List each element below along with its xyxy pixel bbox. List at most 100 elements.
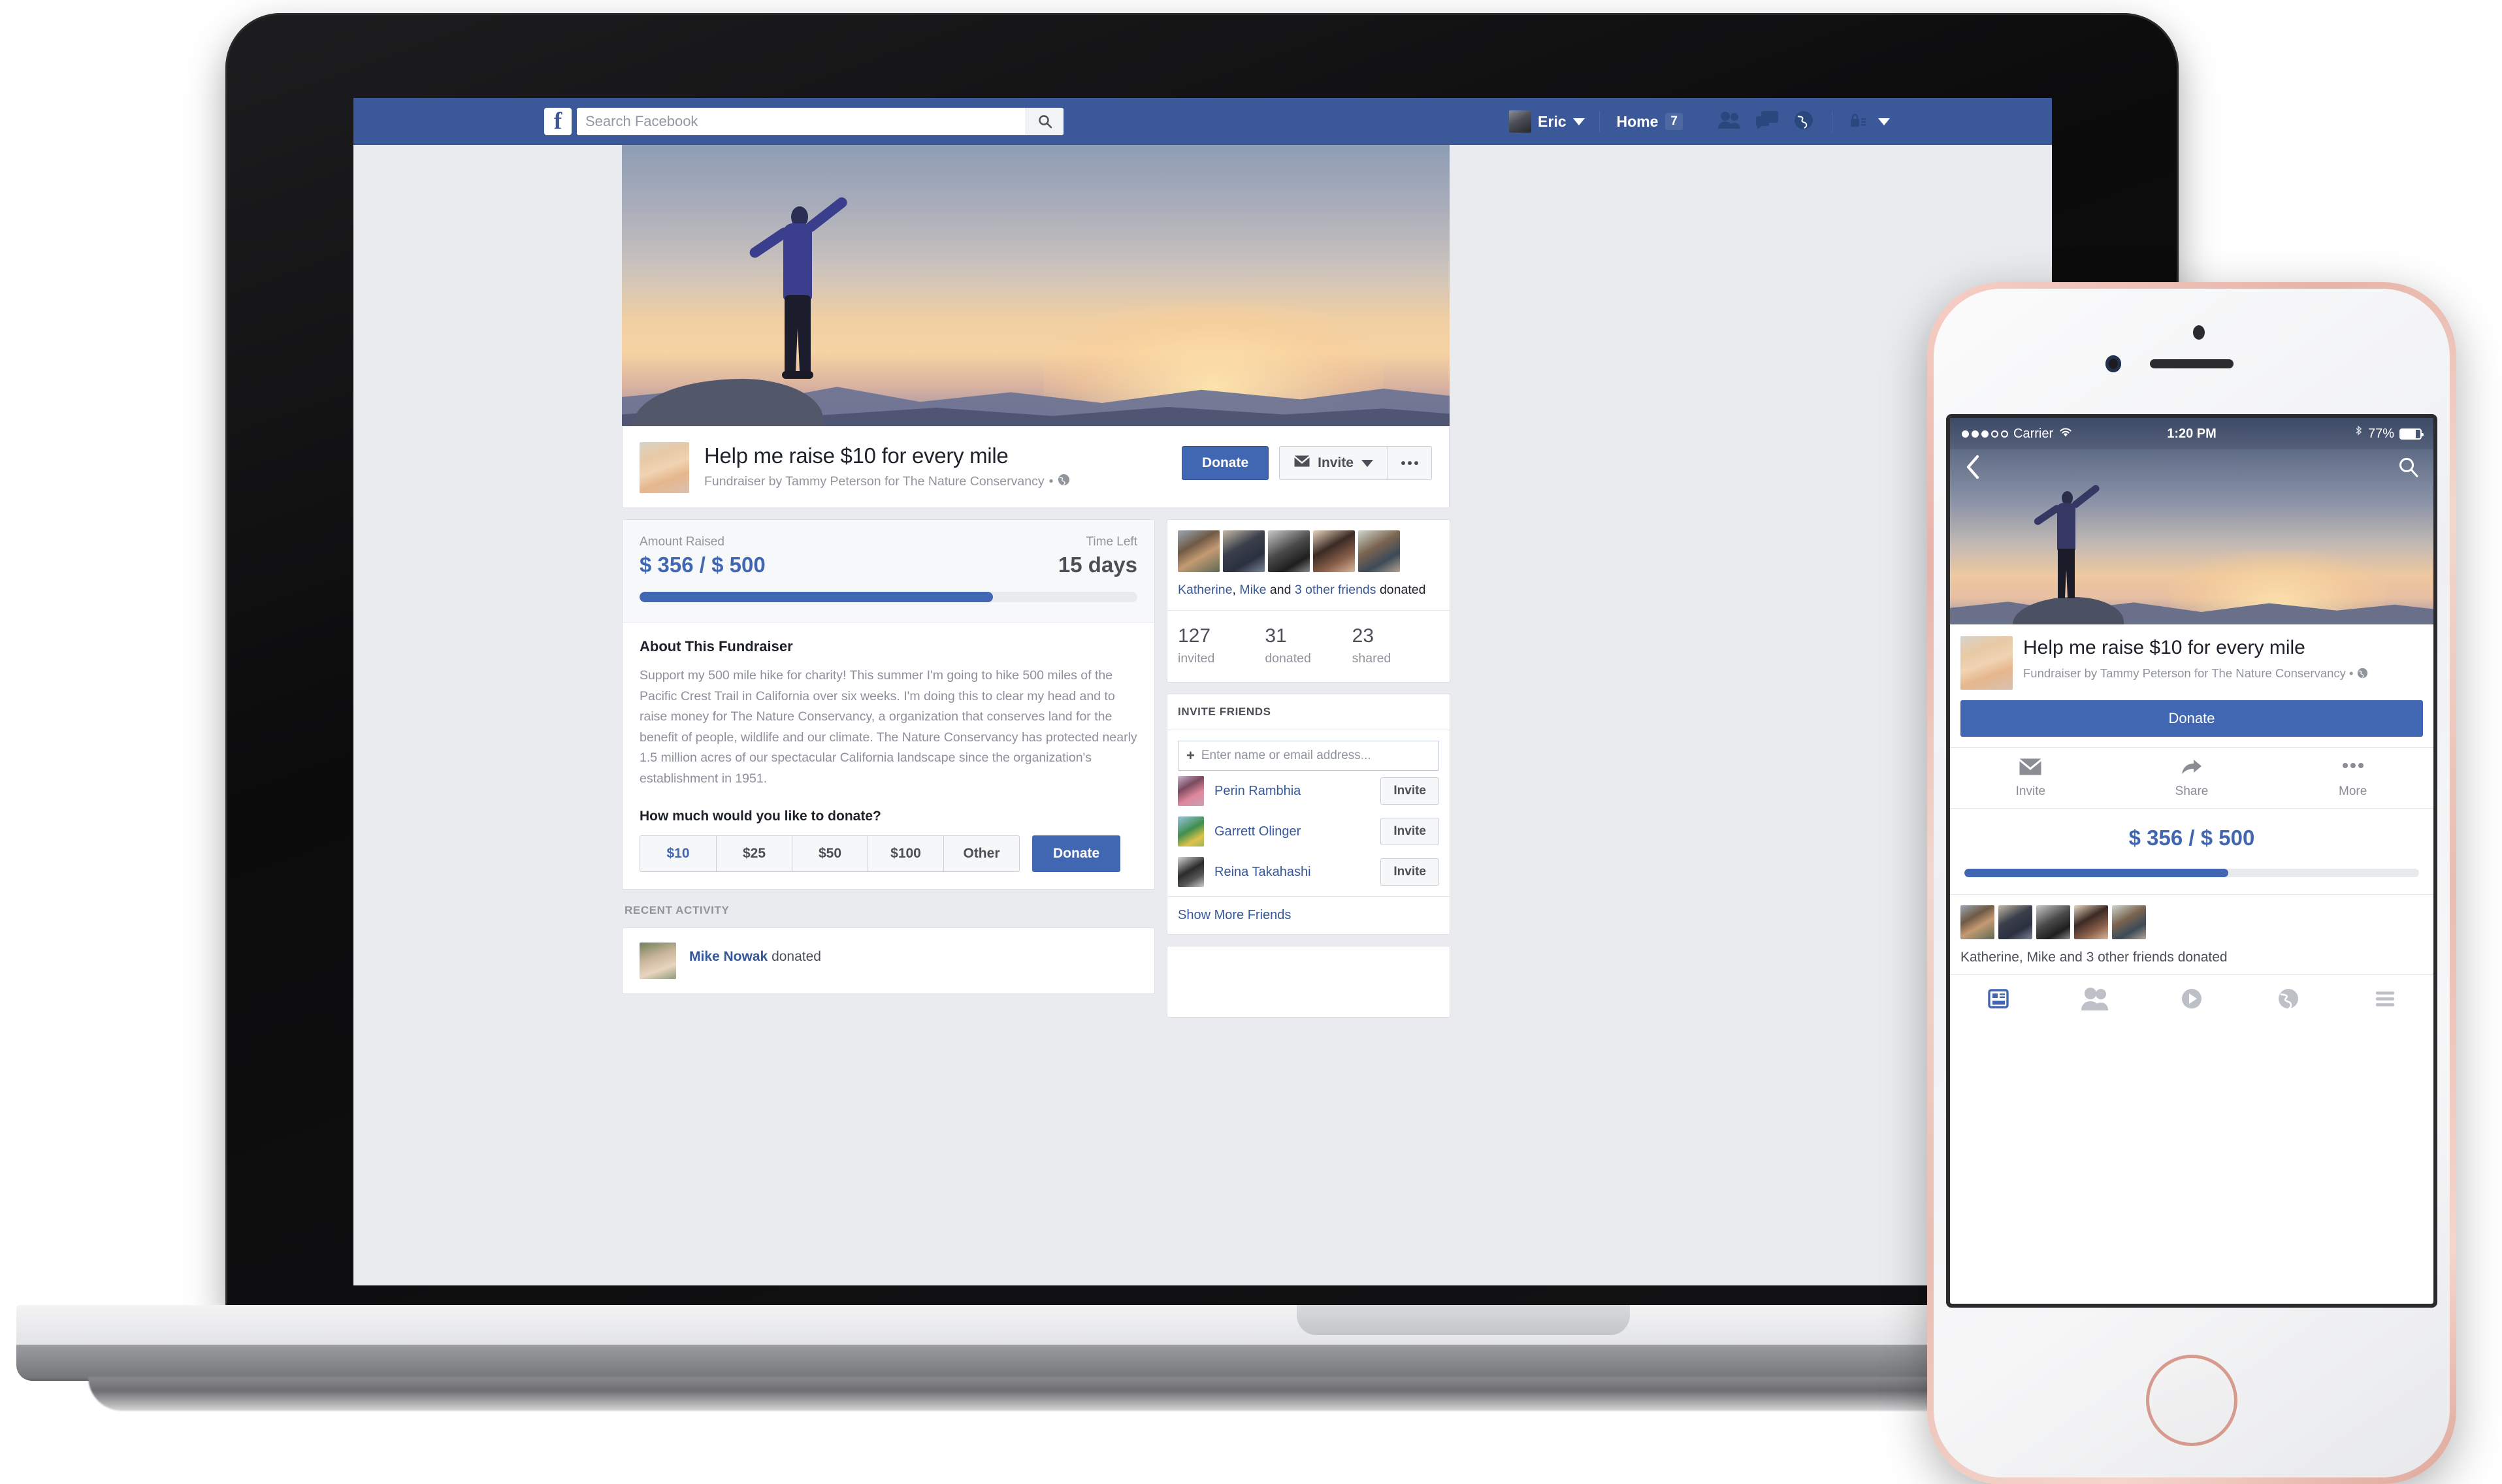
list-item[interactable]: Mike Nowak donated bbox=[623, 928, 1154, 993]
organizer-avatar[interactable] bbox=[1960, 636, 2013, 690]
donate-button-secondary[interactable]: Donate bbox=[1032, 835, 1121, 873]
mobile-donors-section: Katherine, Mike and 3 other friends dona… bbox=[1950, 894, 2433, 975]
fundraiser-subtitle-row: Fundraiser by Tammy Peterson for The Nat… bbox=[704, 474, 1182, 490]
donor-link-mike[interactable]: Mike bbox=[1239, 583, 1266, 597]
wifi-icon bbox=[2058, 427, 2073, 442]
chevron-down-icon[interactable] bbox=[1878, 118, 1890, 125]
signal-strength-icon bbox=[1962, 430, 2008, 438]
amount-raised-header: Amount Raised $ 356 / $ 500 Time Left 15… bbox=[640, 535, 1137, 577]
donor-stats-row: 127 invited 31 donated 23 shared bbox=[1167, 610, 1450, 682]
home-button[interactable] bbox=[2146, 1355, 2237, 1446]
avatar[interactable] bbox=[2036, 905, 2070, 939]
facebook-logo-icon[interactable]: f bbox=[544, 108, 572, 135]
stat-donated: 31 donated bbox=[1265, 625, 1352, 666]
donate-button[interactable]: Donate bbox=[1960, 700, 2423, 737]
mobile-nav-bar bbox=[1950, 449, 2433, 487]
bullet-separator: • bbox=[1048, 474, 1054, 489]
invite-friends-body: + Enter name or email address... Perin R… bbox=[1167, 730, 1450, 896]
chevron-down-icon[interactable] bbox=[1572, 118, 1585, 125]
avatar[interactable] bbox=[1358, 530, 1400, 572]
nav-privacy-menu[interactable] bbox=[1832, 112, 1890, 132]
privacy-lock-icon[interactable] bbox=[1849, 112, 1866, 132]
donation-amount-10[interactable]: $10 bbox=[640, 836, 716, 871]
friend-name[interactable]: Garrett Olinger bbox=[1214, 824, 1370, 839]
invite-button[interactable]: Invite bbox=[1280, 447, 1388, 479]
progress-bar bbox=[640, 592, 1137, 602]
more-action-label: More bbox=[2339, 784, 2367, 798]
time-left-label: Time Left bbox=[1086, 535, 1138, 549]
donation-amount-50[interactable]: $50 bbox=[792, 836, 868, 872]
messages-icon[interactable] bbox=[1756, 110, 1778, 133]
more-action-button[interactable]: More bbox=[2272, 748, 2433, 808]
fundraiser-title-block: Help me raise $10 for every mile Fundrai… bbox=[704, 442, 1182, 490]
friend-name[interactable]: Perin Rambhia bbox=[1214, 784, 1370, 799]
tab-notifications[interactable] bbox=[2240, 986, 2337, 1012]
avatar[interactable] bbox=[2074, 905, 2108, 939]
tab-video[interactable] bbox=[2143, 986, 2240, 1012]
tab-menu[interactable] bbox=[2337, 986, 2433, 1012]
search-bar[interactable]: Search Facebook bbox=[577, 108, 1064, 135]
invite-action-button[interactable]: Invite bbox=[1950, 748, 2111, 808]
avatar[interactable] bbox=[1178, 530, 1220, 572]
avatar[interactable] bbox=[1998, 905, 2032, 939]
show-more-friends-link[interactable]: Show More Friends bbox=[1167, 896, 1450, 934]
donation-amount-group[interactable]: $10 $25 $50 $100 Other bbox=[640, 835, 1020, 873]
search-icon[interactable] bbox=[1026, 108, 1064, 135]
nav-home-link[interactable]: Home 7 bbox=[1600, 113, 1700, 131]
activity-user-name[interactable]: Mike Nowak bbox=[689, 949, 768, 964]
avatar[interactable] bbox=[1313, 530, 1355, 572]
chevron-left-icon[interactable] bbox=[1964, 455, 1981, 483]
search-input-placeholder[interactable]: Search Facebook bbox=[577, 113, 1026, 130]
invite-input-placeholder[interactable]: Enter name or email address... bbox=[1201, 749, 1371, 763]
invite-friends-card: INVITE FRIENDS + Enter name or email add… bbox=[1167, 694, 1450, 935]
laptop-screen: f Search Facebook Eric Home 7 Help me ra… bbox=[353, 98, 2052, 1285]
donors-section: Katherine, Mike and 3 other friends dona… bbox=[1167, 520, 1450, 610]
nav-user-menu[interactable]: Eric bbox=[1509, 110, 1599, 133]
status-right: 77% bbox=[2217, 425, 2424, 442]
donation-amount-100[interactable]: $100 bbox=[868, 836, 943, 872]
donation-amount-other[interactable]: Other bbox=[943, 836, 1019, 872]
hiker-silhouette bbox=[2027, 483, 2112, 601]
invite-friend-button[interactable]: Invite bbox=[1380, 858, 1439, 886]
main-content-row: Amount Raised $ 356 / $ 500 Time Left 15… bbox=[622, 519, 1778, 1029]
share-action-button[interactable]: Share bbox=[2111, 748, 2273, 808]
tab-friends[interactable] bbox=[2047, 986, 2143, 1012]
avatar[interactable] bbox=[1223, 530, 1265, 572]
donation-ask-heading: How much would you like to donate? bbox=[640, 809, 881, 824]
search-icon[interactable] bbox=[2398, 457, 2419, 481]
friend-requests-icon[interactable] bbox=[1718, 111, 1740, 133]
page-content-column: Help me raise $10 for every mile Fundrai… bbox=[622, 145, 1778, 1029]
organizer-avatar[interactable] bbox=[640, 442, 689, 493]
avatar[interactable] bbox=[1960, 905, 1994, 939]
avatar[interactable] bbox=[1178, 816, 1204, 847]
donation-amount-25[interactable]: $25 bbox=[716, 836, 792, 872]
status-left: Carrier bbox=[1962, 427, 2167, 442]
donation-amount-row: $10 $25 $50 $100 Other Donate bbox=[640, 835, 1137, 873]
mobile-status-bar: Carrier 1:20 PM 77% bbox=[1950, 418, 2433, 449]
invite-friend-button[interactable]: Invite bbox=[1380, 777, 1439, 805]
more-options-button[interactable] bbox=[1388, 447, 1431, 479]
tab-news-feed[interactable] bbox=[1950, 986, 2047, 1012]
invite-search-input[interactable]: + Enter name or email address... bbox=[1178, 741, 1439, 771]
avatar[interactable] bbox=[2112, 905, 2146, 939]
donate-button[interactable]: Donate bbox=[1181, 446, 1269, 480]
chevron-down-icon[interactable] bbox=[1361, 459, 1373, 467]
notifications-globe-icon[interactable] bbox=[1794, 110, 1813, 133]
donor-link-katherine[interactable]: Katherine bbox=[1178, 583, 1232, 597]
friend-name[interactable]: Reina Takahashi bbox=[1214, 865, 1370, 880]
invite-friend-button[interactable]: Invite bbox=[1380, 818, 1439, 846]
avatar[interactable] bbox=[1268, 530, 1310, 572]
avatar[interactable] bbox=[1178, 776, 1204, 807]
stat-number: 23 bbox=[1352, 625, 1374, 647]
about-heading: About This Fundraiser bbox=[640, 638, 793, 654]
invite-friend-list: Perin Rambhia Invite Garrett Olinger Invite… bbox=[1178, 771, 1439, 892]
donor-link-others[interactable]: 3 other friends bbox=[1295, 583, 1376, 597]
stat-label: shared bbox=[1352, 651, 1391, 666]
fundraiser-subtitle: Fundraiser by Tammy Peterson for The Nat… bbox=[2023, 666, 2368, 681]
donors-summary-line[interactable]: Katherine, Mike and 3 other friends dona… bbox=[1960, 950, 2423, 965]
battery-icon bbox=[2399, 428, 2424, 440]
main-left-column: Amount Raised $ 356 / $ 500 Time Left 15… bbox=[622, 519, 1155, 1005]
amount-raised-value: $ 356 / $ 500 bbox=[640, 553, 766, 577]
avatar[interactable] bbox=[1178, 857, 1204, 888]
battery-percent: 77% bbox=[2367, 426, 2394, 441]
